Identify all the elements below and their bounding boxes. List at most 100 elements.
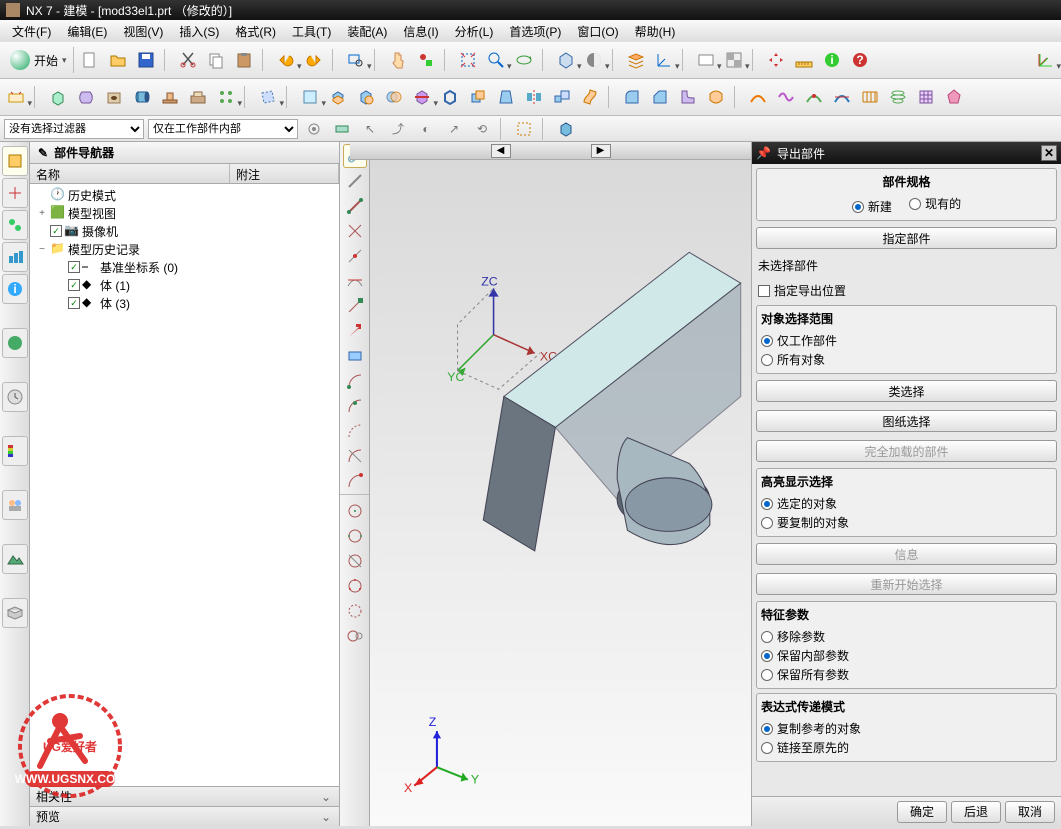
snap4-button[interactable]: ↗ <box>442 117 466 141</box>
menu-insert[interactable]: 插入(S) <box>171 21 227 42</box>
tube-button[interactable] <box>130 85 154 109</box>
tab-history[interactable] <box>2 382 28 412</box>
rotate-button[interactable] <box>512 48 536 72</box>
highlight-button[interactable] <box>554 117 578 141</box>
copy-button[interactable] <box>204 48 228 72</box>
edge-blend-button[interactable] <box>620 85 644 109</box>
circle3-tool[interactable] <box>343 549 367 573</box>
zoom-button[interactable]: ▾ <box>484 48 508 72</box>
snap3-button[interactable]: ◐ <box>414 117 438 141</box>
tree-item[interactable]: 🕐历史模式 <box>32 186 337 204</box>
unite-button[interactable] <box>326 85 350 109</box>
circle5-tool[interactable] <box>343 599 367 623</box>
pad-button[interactable] <box>158 85 182 109</box>
radio-feat-all[interactable]: 保留所有参数 <box>761 665 1052 684</box>
rect-tool[interactable] <box>343 344 367 368</box>
undo-button[interactable]: ▾ <box>274 48 298 72</box>
mesh-button[interactable] <box>914 85 938 109</box>
menu-file[interactable]: 文件(F) <box>4 21 59 42</box>
tab-grid[interactable] <box>2 598 28 628</box>
tree-item[interactable]: ✓◆体 (1) <box>32 276 337 294</box>
nsided-button[interactable] <box>942 85 966 109</box>
info-button[interactable]: i <box>820 48 844 72</box>
wcs-button[interactable]: ▾ <box>652 48 676 72</box>
radio-feat-keep[interactable]: 保留内部参数 <box>761 646 1052 665</box>
tree-item[interactable]: ✓⎯基准坐标系 (0) <box>32 258 337 276</box>
tab-system[interactable] <box>2 436 28 466</box>
emboss-button[interactable] <box>186 85 210 109</box>
trim-button[interactable]: ▾ <box>410 85 434 109</box>
circle1-tool[interactable] <box>343 499 367 523</box>
curve2-button[interactable] <box>774 85 798 109</box>
revolve-button[interactable] <box>74 85 98 109</box>
radio-existing[interactable]: 现有的 <box>909 194 961 213</box>
intersect-button[interactable] <box>382 85 406 109</box>
menu-prefs[interactable]: 首选项(P) <box>501 21 569 42</box>
tab-reuse[interactable] <box>2 242 28 272</box>
tree-item[interactable]: ✓◆体 (3) <box>32 294 337 312</box>
tab-browser[interactable] <box>2 328 28 358</box>
help-button[interactable]: ? <box>848 48 872 72</box>
line2-tool[interactable] <box>343 194 367 218</box>
shell-button[interactable] <box>438 85 462 109</box>
offset-button[interactable] <box>466 85 490 109</box>
col-name[interactable]: 名称 <box>30 164 230 183</box>
col-note[interactable]: 附注 <box>230 164 339 183</box>
curve4-button[interactable] <box>830 85 854 109</box>
through-curves-button[interactable] <box>886 85 910 109</box>
circle2-tool[interactable] <box>343 524 367 548</box>
cancel-button[interactable]: 取消 <box>1005 801 1055 823</box>
filter-opt2-button[interactable] <box>330 117 354 141</box>
line-tool[interactable] <box>343 169 367 193</box>
arc3-tool[interactable] <box>343 419 367 443</box>
extrude-button[interactable] <box>46 85 70 109</box>
menu-format[interactable]: 格式(R) <box>227 21 284 42</box>
sweep-button[interactable] <box>578 85 602 109</box>
filter-type-select[interactable]: 没有选择过滤器 <box>4 119 144 139</box>
tree-item[interactable]: −📁模型历史记录 <box>32 240 337 258</box>
curve1-button[interactable] <box>746 85 770 109</box>
menu-window[interactable]: 窗口(O) <box>569 21 626 42</box>
close-icon[interactable]: ✕ <box>1041 145 1057 161</box>
pin-icon[interactable]: 📌 <box>756 146 771 160</box>
open-button[interactable] <box>106 48 130 72</box>
tree-item[interactable]: ✓📷摄像机 <box>32 222 337 240</box>
snap1-button[interactable]: ↖ <box>358 117 382 141</box>
menu-assembly[interactable]: 装配(A) <box>339 21 395 42</box>
snap5-button[interactable]: ⟲ <box>470 117 494 141</box>
circle4-tool[interactable] <box>343 574 367 598</box>
tab-assembly[interactable] <box>2 146 28 176</box>
datum-plane-button[interactable]: ▾ <box>256 85 280 109</box>
circle6-tool[interactable] <box>343 624 367 648</box>
menu-info[interactable]: 信息(I) <box>395 21 446 42</box>
arc1-tool[interactable] <box>343 369 367 393</box>
snap2-button[interactable]: ⤴ <box>386 117 410 141</box>
radio-feat-remove[interactable]: 移除参数 <box>761 627 1052 646</box>
mirror-button[interactable] <box>522 85 546 109</box>
arc5-tool[interactable] <box>343 469 367 493</box>
menu-edit[interactable]: 编辑(E) <box>59 21 115 42</box>
subtract-button[interactable] <box>354 85 378 109</box>
filter-scope-select[interactable]: 仅在工作部件内部 <box>148 119 298 139</box>
menu-tools[interactable]: 工具(T) <box>284 21 339 42</box>
clip-button[interactable]: ▾ <box>694 48 718 72</box>
radio-expr-link[interactable]: 链接至原先的 <box>761 738 1052 757</box>
redo-button[interactable] <box>302 48 326 72</box>
menu-help[interactable]: 帮助(H) <box>627 21 684 42</box>
tab-constraint[interactable] <box>2 178 28 208</box>
radio-hl-selected[interactable]: 选定的对象 <box>761 494 1052 513</box>
arrow-tool[interactable] <box>343 319 367 343</box>
command-finder-button[interactable]: ▾ <box>344 48 368 72</box>
rectangle-select-button[interactable] <box>512 117 536 141</box>
class-select-button[interactable]: 类选择 <box>756 380 1057 402</box>
scale-button[interactable] <box>550 85 574 109</box>
radio-work-part[interactable]: 仅工作部件 <box>761 331 1052 350</box>
move-button[interactable] <box>764 48 788 72</box>
orient-button[interactable]: ▾ <box>554 48 578 72</box>
drawing-select-button[interactable]: 图纸选择 <box>756 410 1057 432</box>
seethru-button[interactable]: ▾ <box>722 48 746 72</box>
radio-hl-copy[interactable]: 要复制的对象 <box>761 513 1052 532</box>
endline-tool[interactable] <box>343 294 367 318</box>
object-display-button[interactable] <box>414 48 438 72</box>
tab-render[interactable] <box>2 544 28 574</box>
